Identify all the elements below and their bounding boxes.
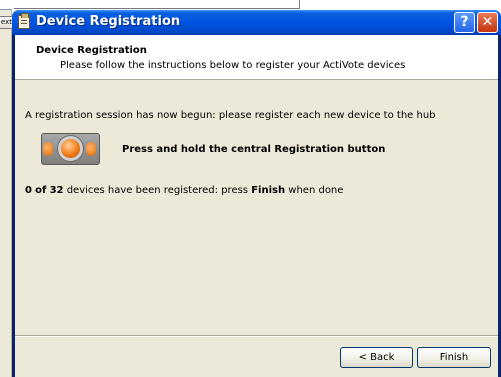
registered-count: 0 — [25, 185, 32, 196]
status-finish-word: Finish — [251, 185, 286, 196]
header-subtitle: Please follow the instructions below to … — [60, 60, 406, 71]
intro-text: A registration session has now begun: pl… — [25, 110, 436, 121]
background-window-strip — [0, 0, 12, 377]
footer-separator — [15, 335, 498, 337]
status-end-text: when done — [288, 185, 344, 196]
registration-button-icon — [61, 139, 80, 158]
voting-device-icon — [41, 133, 100, 165]
back-button[interactable]: < Back — [340, 347, 413, 368]
device-left-light — [43, 142, 53, 156]
dialog-client-area: Device Registration Please follow the in… — [15, 35, 498, 377]
background-textbox[interactable] — [0, 0, 12, 10]
instruction-text: Press and hold the central Registration … — [122, 144, 386, 155]
title-bar[interactable]: Device Registration ? ✕ — [12, 10, 501, 35]
background-window-frame — [14, 0, 300, 9]
device-registration-dialog: Device Registration ? ✕ Device Registrat… — [12, 10, 501, 377]
finish-button[interactable]: Finish — [417, 347, 491, 368]
device-right-light — [86, 142, 96, 156]
total-count: 32 — [49, 185, 64, 196]
header-title: Device Registration — [36, 45, 147, 56]
close-button[interactable]: ✕ — [477, 12, 498, 33]
help-button[interactable]: ? — [454, 12, 475, 33]
registration-status: 0 of 32 devices have been registered: pr… — [25, 185, 343, 196]
wizard-header: Device Registration Please follow the in… — [15, 35, 498, 80]
clipboard-icon — [18, 13, 30, 29]
window-title: Device Registration — [36, 14, 181, 29]
status-middle-text: devices have been registered: press — [66, 185, 249, 196]
status-of-word: of — [35, 185, 47, 196]
